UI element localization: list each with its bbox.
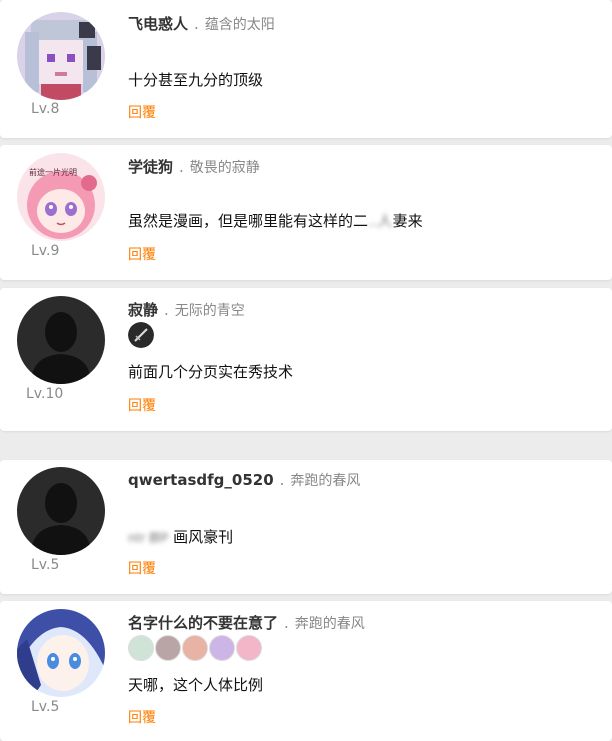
character-badge-icon <box>155 635 181 661</box>
user-avatar[interactable] <box>17 609 105 697</box>
avatar-text: 前途一片光明 <box>29 168 77 177</box>
comment-text-part: 画风豪刊 <box>173 528 234 546</box>
reply-button[interactable]: 回覆 <box>128 244 156 264</box>
comment-card: 前途一片光明 Lv.9 学徒狗. 敬畏的寂静 虽然是漫画，但是哪里能有这样的二..… <box>0 145 612 280</box>
username-text[interactable]: 名字什么的不要在意了 <box>128 614 278 632</box>
sword-badge-icon <box>128 322 154 348</box>
blurred-text: ntr 群P <box>128 531 169 545</box>
badge-list <box>128 635 262 661</box>
user-title: 无际的青空 <box>174 303 245 319</box>
user-avatar[interactable] <box>17 467 105 555</box>
comment-text: 前面几个分页实在秀技术 <box>128 363 294 381</box>
username[interactable]: 寂静. 无际的青空 <box>128 299 245 320</box>
username-text[interactable]: 飞电惑人 <box>128 15 188 33</box>
character-badge-icon <box>182 635 208 661</box>
comment-card: Lv.5 名字什么的不要在意了. 奔跑的春风 天哪，这个人体比例 回覆 <box>0 601 612 741</box>
reply-button[interactable]: 回覆 <box>128 707 156 727</box>
user-level: Lv.9 <box>31 243 60 259</box>
comment-text: 十分甚至九分的顶级 <box>128 71 264 89</box>
user-title: 蕴含的太阳 <box>204 17 275 33</box>
user-level: Lv.5 <box>31 699 60 715</box>
reply-button[interactable]: 回覆 <box>128 102 156 122</box>
user-avatar[interactable]: 前途一片光明 <box>17 153 105 241</box>
user-title: 敬畏的寂静 <box>189 160 260 176</box>
user-level: Lv.8 <box>31 101 60 117</box>
user-title: 奔跑的春风 <box>290 473 361 489</box>
username[interactable]: 名字什么的不要在意了. 奔跑的春风 <box>128 612 365 633</box>
comment-card: Lv.8 飞电惑人. 蕴含的太阳 十分甚至九分的顶级 回覆 <box>0 0 612 138</box>
reply-button[interactable]: 回覆 <box>128 395 156 415</box>
user-avatar[interactable] <box>17 12 105 100</box>
comment-text-part: 虽然是漫画，但是哪里能有这样的二 <box>128 212 369 230</box>
comment-text-part: 妻来 <box>392 212 423 230</box>
username[interactable]: 飞电惑人. 蕴含的太阳 <box>128 13 275 34</box>
comment-text: ntr 群P 画风豪刊 <box>128 526 233 547</box>
reply-button[interactable]: 回覆 <box>128 558 156 578</box>
character-badge-icon <box>128 635 154 661</box>
separator: . <box>279 471 285 489</box>
username[interactable]: qwertasdfg_0520. 奔跑的春风 <box>128 470 360 490</box>
character-badge-icon <box>209 635 235 661</box>
comment-card: Lv.5 qwertasdfg_0520. 奔跑的春风 ntr 群P 画风豪刊 回… <box>0 460 612 594</box>
username-text[interactable]: qwertasdfg_0520 <box>128 471 274 489</box>
character-badge-icon <box>236 635 262 661</box>
user-level: Lv.5 <box>31 557 60 573</box>
separator: . <box>179 158 184 176</box>
username-text[interactable]: 寂静 <box>128 301 158 319</box>
separator: . <box>284 614 289 632</box>
user-level: Lv.10 <box>26 386 64 402</box>
username-text[interactable]: 学徒狗 <box>128 158 173 176</box>
user-title: 奔跑的春风 <box>294 616 365 632</box>
blurred-text: ..人 <box>368 212 393 230</box>
user-avatar[interactable] <box>17 296 105 384</box>
separator: . <box>164 301 169 319</box>
comment-text: 天哪，这个人体比例 <box>128 676 264 694</box>
comment-card: Lv.10 寂静. 无际的青空 前面几个分页实在秀技术 回覆 <box>0 288 612 431</box>
username[interactable]: 学徒狗. 敬畏的寂静 <box>128 156 260 177</box>
separator: . <box>194 15 199 33</box>
comment-text: 虽然是漫画，但是哪里能有这样的二..人妻来 <box>128 210 423 231</box>
